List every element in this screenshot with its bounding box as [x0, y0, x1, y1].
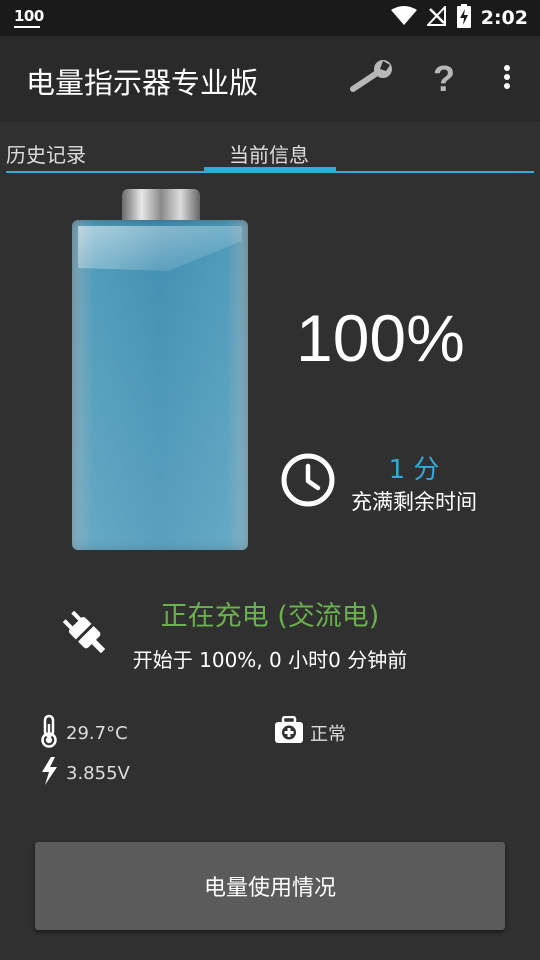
health-value: 正常 [310, 723, 346, 745]
status-left-text: 100 [14, 7, 44, 25]
temperature-value: 29.7°C [66, 723, 128, 744]
settings-button[interactable] [348, 56, 398, 102]
battery-usage-label: 电量使用情况 [203, 876, 336, 901]
no-signal-icon [425, 4, 447, 30]
voltage-row: 3.855V [38, 756, 130, 791]
battery-percent: 100% [296, 301, 465, 375]
help-button[interactable]: ? [422, 56, 466, 102]
first-aid-kit-icon [274, 715, 304, 749]
status-bar: 100 2:02 [0, 0, 540, 36]
app-title: 电量指示器专业版 [26, 66, 259, 100]
more-vert-icon [503, 64, 511, 94]
plug-icon [54, 602, 114, 662]
status-icons: 2:02 [390, 0, 528, 36]
voltage-value: 3.855V [66, 763, 130, 784]
tab-history[interactable]: 历史记录 [6, 139, 86, 168]
time-remaining-value: 1 分 [388, 455, 440, 485]
battery-screen: 100 2:02 电量指示器专业版 ? 历史记录 当前信息 100% 1 分 充… [0, 0, 540, 960]
charging-status: 正在充电 (交流电) [160, 601, 380, 632]
battery-charging-icon [456, 4, 471, 32]
status-notification-text: 100 [14, 7, 44, 28]
help-icon: ? [433, 58, 455, 99]
battery-terminal [122, 189, 200, 223]
temperature-row: 29.7°C [38, 714, 128, 753]
tab-selected-indicator [204, 167, 336, 173]
battery-usage-button[interactable]: 电量使用情况 [35, 842, 505, 930]
app-bar: 电量指示器专业版 ? [0, 36, 540, 122]
clock-icon [280, 452, 336, 508]
wifi-icon [390, 6, 417, 30]
tab-current-info[interactable]: 当前信息 [229, 139, 309, 168]
overflow-menu-button[interactable] [490, 56, 524, 102]
thermometer-icon [38, 714, 60, 753]
wrench-icon [350, 60, 396, 98]
time-remaining-label: 充满剩余时间 [351, 490, 477, 514]
lightning-icon [38, 756, 60, 791]
status-time: 2:02 [480, 7, 528, 29]
charging-since: 开始于 100%, 0 小时0 分钟前 [132, 648, 408, 672]
health-row: 正常 [274, 715, 346, 749]
battery-graphic [72, 220, 248, 550]
